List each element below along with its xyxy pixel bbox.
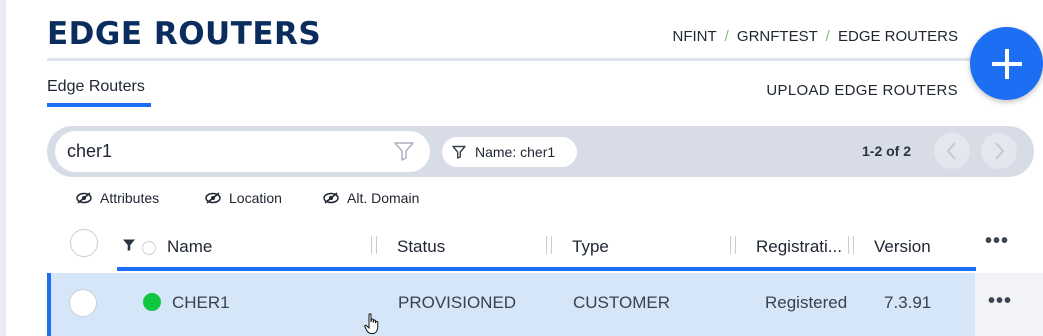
online-status-indicator	[143, 293, 161, 311]
filter-chip-name[interactable]: Name: cher1	[442, 137, 577, 167]
column-filter-icon[interactable]	[122, 238, 136, 252]
chevron-right-icon	[995, 142, 1005, 160]
column-options-menu-button[interactable]: •••	[985, 230, 1009, 253]
eye-slash-icon	[323, 192, 339, 204]
toggle-attributes-column[interactable]: Attributes	[76, 190, 159, 206]
toggle-label: Location	[229, 190, 282, 206]
breadcrumb-item-org[interactable]: NFINT	[673, 28, 717, 45]
row-select-checkbox[interactable]	[69, 289, 97, 317]
breadcrumb: NFINT / GRNFTEST / EDGE ROUTERS	[673, 28, 959, 45]
toggle-label: Attributes	[100, 190, 160, 206]
toggle-label: Alt. Domain	[347, 190, 420, 206]
breadcrumb-separator: /	[724, 28, 729, 45]
page-title: EDGE ROUTERS	[47, 16, 322, 52]
active-tab-indicator	[47, 103, 151, 107]
cell-registration: Registered	[765, 293, 848, 312]
plus-icon	[991, 48, 1022, 79]
column-header-registration[interactable]: Registrati...	[756, 237, 842, 257]
column-header-version[interactable]: Version	[874, 237, 931, 257]
title-divider	[47, 58, 1032, 61]
filter-icon	[452, 145, 466, 159]
pagination-summary: 1-2 of 2	[862, 143, 912, 159]
breadcrumb-item-network[interactable]: GRNFTEST	[737, 28, 818, 45]
cell-status: PROVISIONED	[398, 293, 517, 312]
previous-page-button[interactable]	[934, 133, 970, 169]
column-resize-handle[interactable]	[848, 236, 854, 254]
column-header-name[interactable]: Name	[167, 237, 212, 257]
toggle-alt-domain-column[interactable]: Alt. Domain	[323, 190, 419, 206]
add-edge-router-button[interactable]	[970, 27, 1043, 100]
search-input-value: cher1	[67, 141, 113, 161]
next-page-button[interactable]	[981, 133, 1017, 169]
cell-type: CUSTOMER	[573, 293, 670, 312]
cell-name[interactable]: CHER1	[172, 293, 230, 313]
filter-icon[interactable]	[393, 140, 415, 162]
breadcrumb-separator: /	[825, 28, 830, 45]
toggle-location-column[interactable]: Location	[205, 190, 282, 206]
column-header-status[interactable]: Status	[397, 237, 445, 257]
column-resize-handle[interactable]	[730, 236, 736, 254]
tab-edge-routers[interactable]: Edge Routers	[47, 78, 145, 96]
chevron-left-icon	[946, 142, 956, 160]
online-filter-toggle[interactable]	[142, 241, 156, 255]
eye-slash-icon	[205, 192, 221, 204]
breadcrumb-item-current: EDGE ROUTERS	[837, 28, 958, 45]
left-rail	[0, 0, 6, 336]
cell-version: 7.3.91	[884, 293, 932, 312]
eye-slash-icon	[76, 192, 92, 204]
column-resize-handle[interactable]	[371, 236, 377, 254]
column-resize-handle[interactable]	[546, 236, 552, 254]
upload-edge-routers-button[interactable]: UPLOAD EDGE ROUTERS	[766, 82, 958, 99]
column-header-type[interactable]: Type	[572, 237, 609, 257]
filter-chip-label: Name: cher1	[475, 144, 556, 160]
hand-cursor-icon	[364, 313, 379, 334]
select-all-checkbox[interactable]	[70, 229, 98, 257]
header-divider	[117, 267, 976, 271]
row-actions-menu-button[interactable]: •••	[988, 290, 1012, 313]
